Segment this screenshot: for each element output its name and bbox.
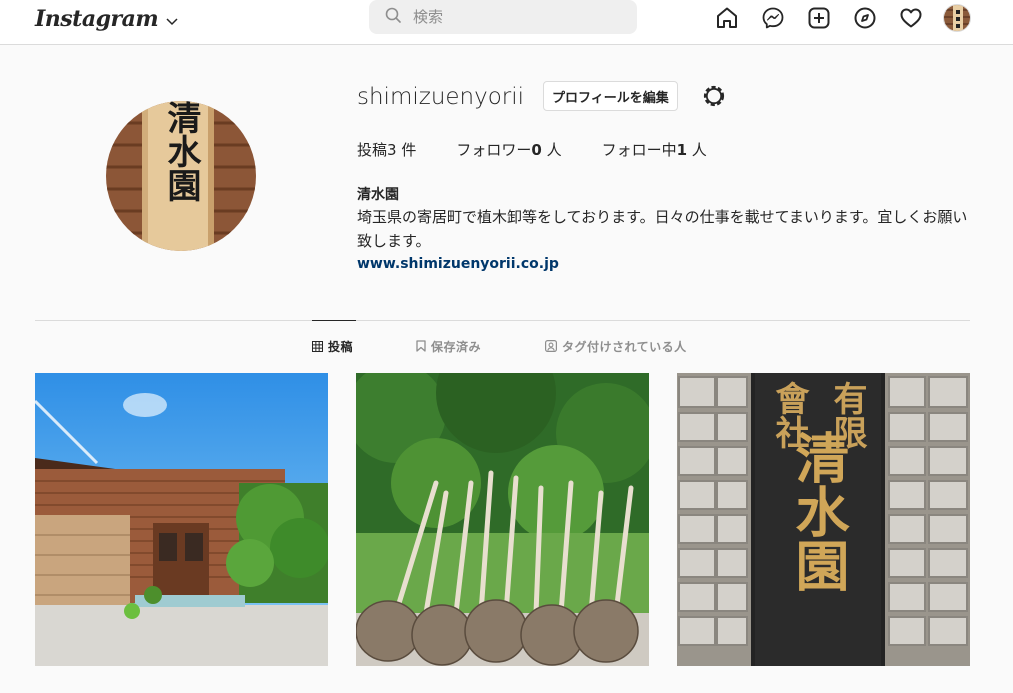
new-post-icon[interactable] xyxy=(806,5,832,31)
instagram-logo[interactable]: Instagram xyxy=(35,6,159,32)
profile-picture[interactable]: 清水園 xyxy=(106,101,256,251)
tabs-divider xyxy=(35,320,970,321)
sign-line-3: 清水園 xyxy=(786,430,850,592)
followers-count[interactable]: フォロワー0 人 xyxy=(456,139,561,160)
post-thumbnail-house[interactable] xyxy=(35,373,328,666)
search-box[interactable] xyxy=(369,0,637,34)
tag-user-icon xyxy=(545,340,557,352)
messenger-icon[interactable] xyxy=(760,5,786,31)
following-count[interactable]: フォロー中1 人 xyxy=(602,139,707,160)
instagram-logo-switcher[interactable]: Instagram xyxy=(35,4,178,34)
post-thumbnail-sign[interactable]: 有限 會社 清水園 xyxy=(677,373,970,666)
profile-website-link[interactable]: www.shimizuenyorii.co.jp xyxy=(357,256,559,272)
post-thumbnail-trees[interactable] xyxy=(356,373,649,666)
search-icon xyxy=(385,7,401,27)
tab-saved-label: 保存済み xyxy=(431,339,482,354)
profile-stats: 投稿3 件 フォロワー0 人 フォロー中1 人 xyxy=(357,139,747,160)
profile-display-name: 清水園 xyxy=(357,187,399,203)
edit-profile-button[interactable]: プロフィールを編集 xyxy=(543,81,678,111)
tab-tagged[interactable]: タグ付けされている人 xyxy=(545,320,687,372)
profile-bio: 埼玉県の寄居町で植木卸等をしております。日々の仕事を載せてまいります。宜しくお願… xyxy=(357,208,968,250)
tab-saved[interactable]: 保存済み xyxy=(416,320,481,372)
tab-posts-label: 投稿 xyxy=(328,340,354,354)
chevron-down-icon[interactable] xyxy=(166,11,178,30)
profile-avatar-small[interactable] xyxy=(943,4,971,32)
settings-gear-icon[interactable] xyxy=(701,83,727,109)
posts-count: 投稿3 件 xyxy=(357,141,417,159)
tab-tagged-label: タグ付けされている人 xyxy=(562,339,687,354)
top-navigation-bar: Instagram xyxy=(0,0,1013,45)
bookmark-icon xyxy=(416,340,426,352)
nav-icons xyxy=(714,4,971,32)
tab-posts[interactable]: 投稿 xyxy=(312,320,356,372)
explore-icon[interactable] xyxy=(852,5,878,31)
search-input[interactable] xyxy=(413,8,613,26)
home-icon[interactable] xyxy=(714,5,740,31)
profile-username: shimizuenyorii xyxy=(357,84,525,110)
activity-heart-icon[interactable] xyxy=(898,5,924,31)
sign-text: 清水園 xyxy=(161,101,201,202)
grid-icon xyxy=(312,341,323,352)
